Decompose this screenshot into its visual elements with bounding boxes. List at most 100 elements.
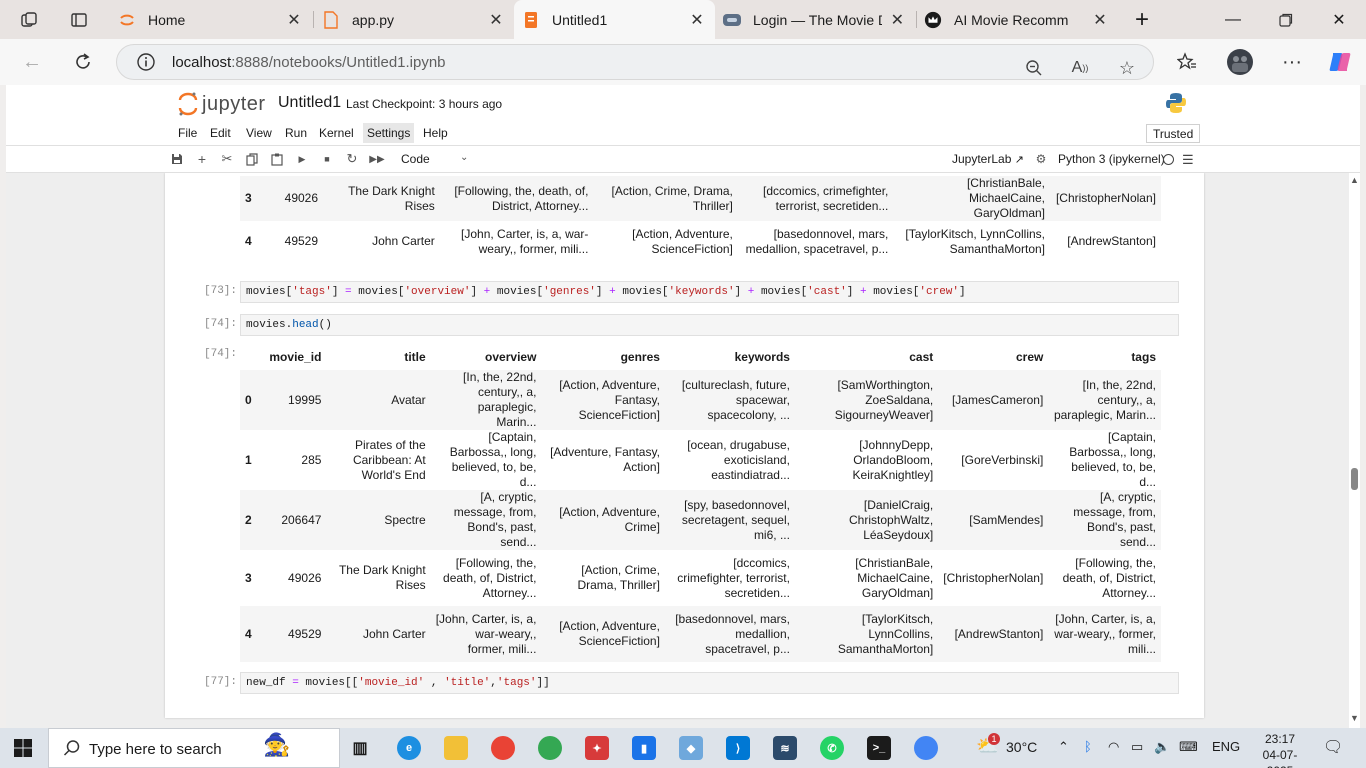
address-bar[interactable]: localhost:8888/notebooks/Untitled1.ipynb… (116, 44, 1154, 80)
gem-app-icon[interactable]: ◆ (679, 736, 703, 760)
scroll-up-icon[interactable]: ▲ (1349, 175, 1360, 185)
tab-login-tmdb[interactable]: Login — The Movie D ✕ (717, 0, 915, 39)
table-cell-crew: [GoreVerbinski] (961, 452, 1044, 467)
table-cell-title: Pirates of the Caribbean: At World's End (352, 437, 426, 482)
menu-help[interactable]: Help (423, 126, 448, 140)
scroll-down-icon[interactable]: ▼ (1349, 713, 1360, 723)
run-icon[interactable]: ▶ (294, 151, 310, 167)
tab-home[interactable]: Home ✕ (112, 0, 312, 39)
close-icon[interactable]: ✕ (488, 10, 504, 30)
chrome-alt-icon[interactable] (914, 736, 938, 760)
info-icon[interactable] (136, 52, 156, 75)
chart-app-icon[interactable]: ▮ (632, 736, 656, 760)
close-icon[interactable]: ✕ (890, 10, 905, 30)
mysql-icon[interactable]: ≋ (773, 736, 797, 760)
keyboard-icon[interactable]: ⌨ (1179, 739, 1198, 755)
app-icon[interactable]: ✦ (585, 736, 609, 760)
close-icon[interactable]: ✕ (689, 10, 705, 30)
back-arrow-icon[interactable]: ← (14, 45, 50, 79)
notebook-title[interactable]: Untitled1 (278, 94, 341, 112)
notification-icon[interactable]: 🗨 (1323, 737, 1343, 757)
whatsapp-icon[interactable]: ✆ (820, 736, 844, 760)
clock-date: 04-07-2025 (1262, 748, 1298, 768)
favorites-icon[interactable] (1169, 45, 1205, 79)
table-cell-movie-id: 49026 (284, 191, 319, 205)
task-view-icon[interactable]: ▥ (348, 736, 372, 760)
add-cell-icon[interactable]: + (194, 151, 210, 167)
clock[interactable]: 23:17 04-07-2025 (1254, 731, 1306, 768)
fast-forward-icon[interactable]: ▶▶ (369, 151, 385, 167)
paste-icon[interactable] (269, 151, 285, 167)
notebook-panel: 3 49026 The Dark Knight Rises [Following, t… (165, 173, 1204, 718)
copilot-icon[interactable] (1322, 45, 1358, 79)
cell-type-select[interactable]: Code (401, 152, 430, 166)
close-window-icon[interactable]: ✕ (1316, 0, 1362, 39)
table-row: 2 206647 Spectre [A, cryptic, message, from… (240, 490, 1161, 550)
chrome-profile-icon[interactable] (538, 736, 562, 760)
windows-start-icon[interactable] (14, 739, 32, 760)
close-icon[interactable]: ✕ (1092, 10, 1108, 30)
zoom-icon[interactable] (1016, 51, 1052, 85)
table-cell-overview: [John, Carter, is, a, war-weary,, former… (461, 226, 589, 256)
new-tab-icon[interactable]: + (1119, 0, 1165, 39)
menu-settings[interactable]: Settings (363, 123, 415, 143)
menu-view[interactable]: View (246, 126, 272, 140)
tab-label: Login — The Movie D (753, 11, 882, 28)
tray-chevron-icon[interactable]: ⌃ (1058, 739, 1069, 755)
column-header: cast (909, 350, 934, 364)
bluetooth-icon[interactable]: ᛒ (1084, 739, 1092, 754)
code-cell-74[interactable]: movies.head() (240, 314, 1179, 336)
table-cell-title: The Dark Knight Rises (348, 183, 435, 213)
tab-actions-icon[interactable] (56, 0, 102, 39)
more-menu-icon[interactable]: ··· (1274, 45, 1310, 79)
settings-gear-icon[interactable]: ⚙ (1033, 151, 1049, 167)
close-icon[interactable]: ✕ (286, 10, 302, 30)
table-cell-idx: 1 (245, 452, 252, 467)
battery-icon[interactable]: ▭ (1131, 739, 1143, 755)
save-icon[interactable] (169, 151, 185, 167)
url-path: :8888/notebooks/Untitled1.ipynb (231, 54, 446, 71)
terminal-icon[interactable]: >_ (867, 736, 891, 760)
stop-icon[interactable]: ■ (319, 151, 335, 167)
menu-edit[interactable]: Edit (210, 126, 231, 140)
column-header: genres (620, 350, 660, 364)
vertical-scrollbar[interactable]: ▲ ▼ (1349, 173, 1360, 728)
scrollbar-thumb[interactable] (1351, 468, 1358, 490)
jupyter-logo[interactable]: jupyter (178, 91, 266, 117)
column-header: keywords (734, 350, 790, 364)
copy-icon[interactable] (244, 151, 260, 167)
tab-app-py[interactable]: app.py ✕ (316, 0, 514, 39)
menu-kernel[interactable]: Kernel (319, 126, 354, 140)
workspaces-icon[interactable] (6, 0, 52, 39)
restart-icon[interactable]: ↻ (344, 151, 360, 167)
trusted-indicator[interactable]: Trusted (1146, 124, 1201, 143)
code-cell-77[interactable]: new_df = movies[['movie_id' , 'title','t… (240, 672, 1179, 694)
volume-icon[interactable]: 🔈 (1154, 739, 1170, 755)
menu-run[interactable]: Run (285, 126, 307, 140)
taskbar-search[interactable]: Type here to search 🧙 (48, 728, 340, 768)
weather-temp[interactable]: 30°C (1006, 739, 1037, 755)
read-aloud-icon[interactable]: A)) (1062, 51, 1098, 85)
refresh-icon[interactable] (65, 45, 101, 79)
code-cell-73[interactable]: movies['tags'] = movies['overview'] + mo… (240, 281, 1179, 303)
vscode-icon[interactable]: ⟩ (726, 736, 750, 760)
table-cell-movie-id: 19995 (288, 392, 322, 407)
favorite-star-icon[interactable]: ☆ (1109, 51, 1145, 85)
chevron-down-icon[interactable]: ⌄ (460, 152, 468, 163)
wifi-icon[interactable]: ◠ (1108, 739, 1119, 755)
jupyterlab-link[interactable]: JupyterLab ↗ (952, 152, 1024, 166)
menu-file[interactable]: File (178, 126, 197, 140)
language-indicator[interactable]: ENG (1212, 739, 1240, 754)
restore-icon[interactable] (1263, 0, 1309, 39)
edge-browser-icon[interactable]: e (397, 736, 421, 760)
minimize-icon[interactable]: — (1210, 0, 1256, 39)
tab-untitled1[interactable]: Untitled1 ✕ (514, 0, 715, 39)
cut-icon[interactable]: ✂ (219, 151, 235, 167)
hamburger-menu-icon[interactable]: ☰ (1182, 152, 1194, 168)
profile-avatar[interactable] (1222, 45, 1258, 79)
file-explorer-icon[interactable] (444, 736, 468, 760)
chrome-icon[interactable] (491, 736, 515, 760)
tab-ai-movie[interactable]: AI Movie Recomm ✕ (920, 0, 1118, 39)
kernel-name[interactable]: Python 3 (ipykernel) (1058, 152, 1165, 166)
table-cell-idx: 0 (245, 392, 252, 407)
